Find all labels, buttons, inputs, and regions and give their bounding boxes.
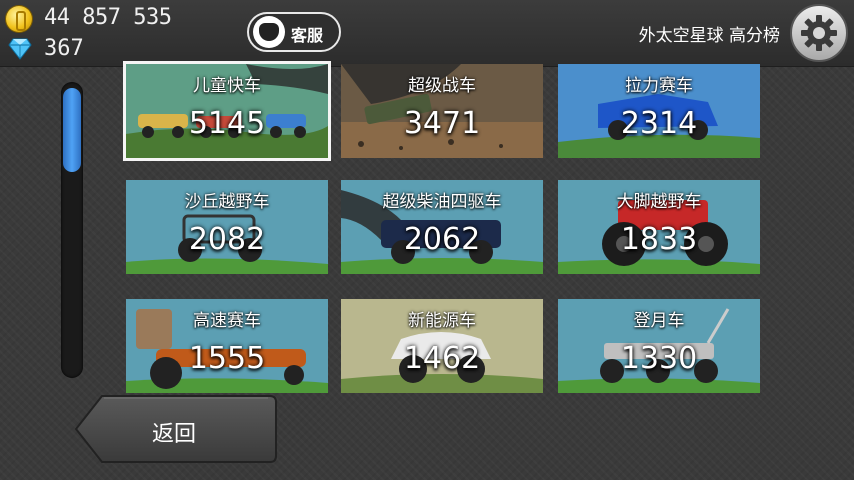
- vehicle-high-score: 2082: [188, 222, 266, 257]
- vehicle-tile-super-diesel-4x4[interactable]: 超级柴油四驱车 2062: [341, 180, 543, 274]
- vehicle-high-score: 3471: [403, 106, 481, 141]
- vehicle-tile-electric-car[interactable]: 新能源车 1462: [341, 299, 543, 393]
- vehicle-tile-super-tank[interactable]: 超级战车 3471: [341, 64, 543, 158]
- vehicle-high-score: 1833: [620, 222, 698, 257]
- vehicle-tile-bigfoot[interactable]: 大脚越野车 1833: [558, 180, 760, 274]
- vehicle-tile-hotrod[interactable]: 高速赛车 1555: [126, 299, 328, 393]
- vehicle-tile-rally-car[interactable]: 拉力赛车 2314: [558, 64, 760, 158]
- back-button[interactable]: 返回: [74, 394, 278, 464]
- vehicle-high-score: 1462: [403, 341, 481, 376]
- vehicle-name: 登月车: [633, 311, 685, 331]
- vehicle-high-score: 2314: [620, 106, 698, 141]
- vehicle-high-score: 2062: [403, 222, 481, 257]
- vehicle-name: 儿童快车: [193, 76, 261, 96]
- vehicle-high-score: 5145: [188, 106, 266, 141]
- vehicle-name: 超级战车: [408, 76, 476, 96]
- vehicle-name: 新能源车: [408, 311, 476, 331]
- vehicle-high-score: 1555: [188, 341, 266, 376]
- vehicle-tile-kids-car[interactable]: 儿童快车 5145: [123, 61, 331, 161]
- vehicle-high-score: 1330: [620, 341, 698, 376]
- vehicle-name: 高速赛车: [193, 311, 261, 331]
- vehicle-name: 超级柴油四驱车: [382, 192, 502, 212]
- vehicle-tile-moon-lander[interactable]: 登月车 1330: [558, 299, 760, 393]
- vehicle-name: 拉力赛车: [625, 76, 693, 96]
- vehicle-name: 大脚越野车: [616, 192, 702, 212]
- vehicle-tile-dune-buggy[interactable]: 沙丘越野车 2082: [126, 180, 328, 274]
- back-button-label: 返回: [152, 422, 197, 447]
- vehicle-name: 沙丘越野车: [184, 192, 270, 212]
